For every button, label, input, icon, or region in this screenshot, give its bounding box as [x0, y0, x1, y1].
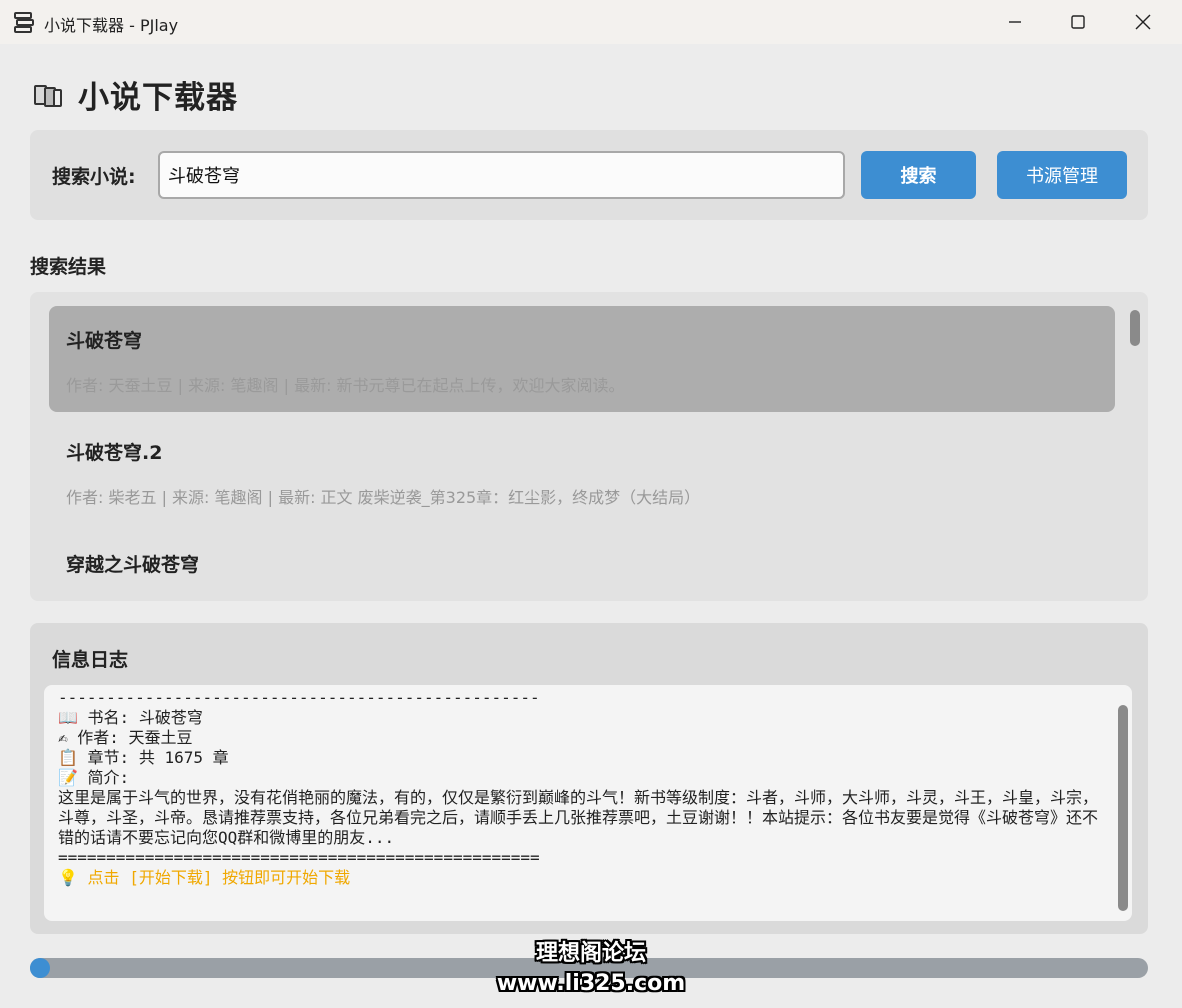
close-button[interactable]: [1110, 0, 1176, 44]
results-scrollbar[interactable]: [1130, 310, 1140, 346]
log-line: ========================================…: [58, 848, 540, 867]
log-panel: 信息日志 -----------------------------------…: [30, 623, 1148, 934]
search-button[interactable]: 搜索: [861, 151, 976, 199]
search-panel: 搜索小说: 搜索 书源管理: [30, 130, 1148, 220]
watermark-url: www.li325.com: [496, 971, 686, 996]
books-icon: [34, 85, 62, 107]
result-meta: 作者: 柴老五 | 来源: 笔趣阁 | 最新: 正文 废柴逆袭_第325章：红尘…: [66, 488, 701, 507]
log-scrollbar[interactable]: [1118, 705, 1128, 911]
maximize-icon: [1071, 15, 1085, 29]
search-label: 搜索小说:: [52, 166, 136, 188]
log-output: ----------------------------------------…: [44, 685, 1132, 921]
log-line: 📖 书名: 斗破苍穹: [58, 708, 203, 727]
source-manager-button[interactable]: 书源管理: [997, 151, 1127, 199]
list-item[interactable]: 斗破苍穹 作者: 天蚕土豆 | 来源: 笔趣阁 | 最新: 新书元尊已在起点上传…: [49, 306, 1115, 412]
result-title: 斗破苍穹.2: [66, 442, 163, 464]
page-header: 小说下载器: [32, 74, 238, 116]
result-meta: 作者: 天蚕土豆 | 来源: 笔趣阁 | 最新: 新书元尊已在起点上传，欢迎大家…: [66, 376, 625, 395]
minimize-icon: [1009, 21, 1021, 23]
log-title: 信息日志: [52, 649, 129, 671]
maximize-button[interactable]: [1045, 0, 1111, 44]
app-logo-icon: [14, 12, 34, 33]
search-input[interactable]: [158, 151, 845, 199]
result-title: 斗破苍穹: [66, 330, 143, 352]
list-item[interactable]: 穿越之斗破苍穹: [49, 530, 1115, 601]
log-line: 📝 简介:: [58, 768, 130, 787]
results-title: 搜索结果: [30, 256, 107, 278]
log-line: ✍ 作者: 天蚕土豆: [58, 728, 193, 747]
log-line: 这里是属于斗气的世界，没有花俏艳丽的魔法，有的，仅仅是繁衍到巅峰的斗气！新书等级…: [58, 788, 1099, 847]
watermark-title: 理想阁论坛: [535, 941, 646, 966]
minimize-button[interactable]: [982, 0, 1048, 44]
results-list: 斗破苍穹 作者: 天蚕土豆 | 来源: 笔趣阁 | 最新: 新书元尊已在起点上传…: [30, 292, 1148, 601]
window-title: 小说下载器 - PJlay: [44, 16, 179, 35]
log-line: 📋 章节: 共 1675 章: [58, 748, 229, 767]
result-title: 穿越之斗破苍穹: [66, 554, 200, 576]
title-bar: 小说下载器 - PJlay: [0, 0, 1182, 44]
log-hint-line: 💡 点击 [开始下载] 按钮即可开始下载: [58, 868, 351, 887]
list-item[interactable]: 斗破苍穹.2 作者: 柴老五 | 来源: 笔趣阁 | 最新: 正文 废柴逆袭_第…: [49, 418, 1115, 524]
page-title: 小说下载器: [78, 79, 238, 116]
close-icon: [1135, 14, 1151, 30]
log-line: ----------------------------------------…: [58, 688, 540, 707]
